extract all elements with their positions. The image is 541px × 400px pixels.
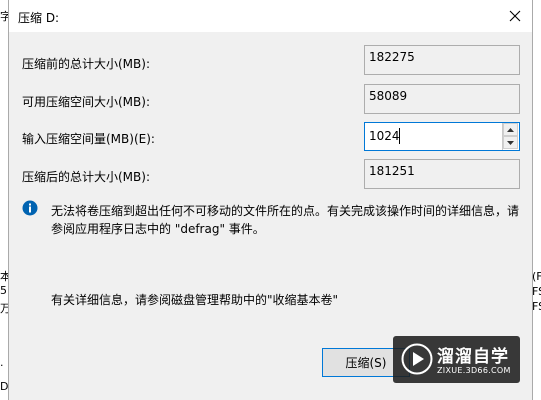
info-message: 无法将卷压缩到超出任何不可移动的文件所在的点。有关完成该操作时间的详细信息，请参… (51, 204, 520, 236)
increment-button[interactable] (503, 123, 518, 136)
shrink-amount-stepper[interactable]: 1024 (364, 122, 520, 151)
title-bar: 压缩 D: (9, 0, 532, 32)
chevron-up-icon (507, 127, 514, 132)
total-after-label: 压缩后的总计大小(MB): (22, 170, 150, 184)
help-message: 有关详细信息，请参阅磁盘管理帮助中的"收缩基本卷" (51, 293, 339, 307)
dialog-title: 压缩 D: (18, 11, 60, 25)
text-caret (399, 128, 400, 144)
shrink-dialog: 压缩 D: 压缩前的总计大小(MB): 182275 可用压缩空间大小(MB):… (8, 0, 533, 400)
watermark-url: ZIXUE.3D66.COM (437, 366, 511, 375)
total-before-value: 182275 (369, 50, 415, 64)
background-text: FS (532, 285, 541, 298)
spin-buttons (502, 123, 519, 150)
watermark-name: 溜溜自学 (437, 347, 509, 367)
close-button[interactable] (498, 0, 532, 32)
total-after-field: 181251 (364, 159, 520, 189)
watermark-logo: 溜溜自学 ZIXUE.3D66.COM (393, 336, 520, 383)
available-space-label: 可用压缩空间大小(MB): (22, 95, 150, 109)
close-icon (509, 10, 521, 22)
total-after-value: 181251 (369, 164, 415, 178)
total-before-label: 压缩前的总计大小(MB): (22, 57, 150, 71)
available-space-field: 58089 (364, 84, 520, 114)
shrink-amount-label: 输入压缩空间量(MB)(E): (22, 132, 155, 146)
background-text: . (0, 356, 4, 369)
total-before-field: 182275 (364, 45, 520, 75)
available-space-value: 58089 (369, 89, 408, 103)
decrement-button[interactable] (503, 136, 518, 149)
info-icon (22, 200, 38, 216)
background-text: (F (532, 270, 541, 283)
background-text: FS (532, 300, 541, 313)
chevron-down-icon (507, 140, 514, 145)
play-logo-icon (401, 343, 433, 375)
shrink-amount-input[interactable]: 1024 (369, 129, 400, 143)
